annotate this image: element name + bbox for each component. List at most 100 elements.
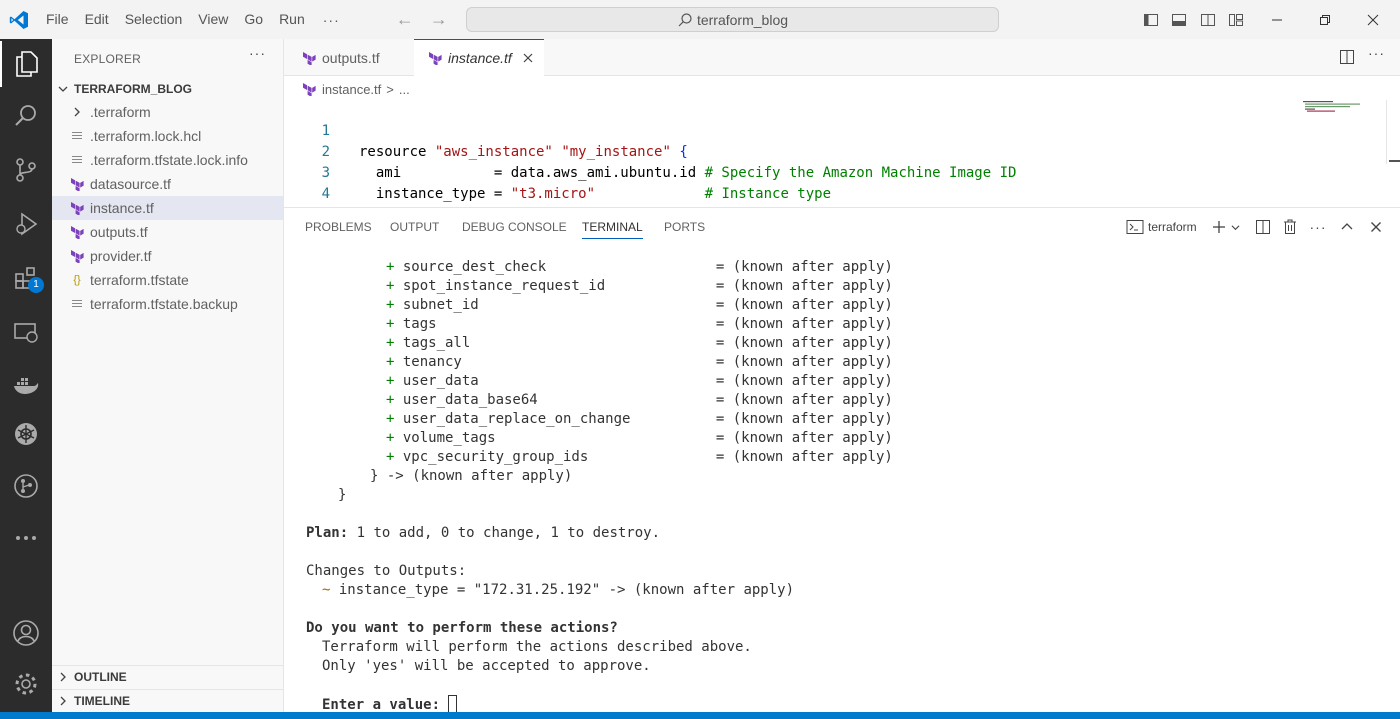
plan-attribute-line: + tags_all = (known after apply) [386, 334, 893, 353]
editor-scrollbar[interactable] [1386, 100, 1400, 164]
plus-icon: + [386, 449, 403, 465]
docker-icon[interactable] [0, 363, 52, 409]
workspace-folder[interactable]: TERRAFORM_BLOG [52, 78, 283, 100]
restore-icon[interactable] [1310, 0, 1340, 39]
file-item[interactable]: provider.tf [52, 244, 283, 268]
toggle-secondary-sidebar-icon[interactable] [1193, 0, 1223, 39]
file-item[interactable]: {} terraform.tfstate [52, 268, 283, 292]
breadcrumb-more[interactable]: ... [399, 82, 410, 97]
back-arrow-icon[interactable]: ← [388, 9, 422, 30]
terminal-output[interactable]: + source_dest_check = (known after apply)… [306, 258, 1386, 713]
attribute-value: = (known after apply) [715, 373, 893, 389]
minimap[interactable] [1303, 100, 1365, 112]
editor-more-actions-icon[interactable]: ··· [1368, 45, 1385, 61]
settings-gear-icon[interactable] [0, 661, 52, 707]
forward-arrow-icon[interactable]: → [422, 9, 456, 30]
output-change-line: ~ instance_type = "172.31.25.192" -> (kn… [322, 582, 795, 598]
file-item[interactable]: .terraform [52, 100, 283, 124]
attribute-name: user_data_base64 [402, 392, 538, 408]
plan-attribute-line: + tenancy = (known after apply) [386, 353, 893, 372]
attribute-value: = (known after apply) [715, 430, 893, 446]
extensions-icon[interactable] [0, 255, 52, 301]
menu-run[interactable]: Run [271, 0, 313, 39]
new-terminal-icon[interactable] [1210, 216, 1228, 238]
explorer-sidebar: EXPLORER ··· TERRAFORM_BLOG .terraform .t… [52, 39, 284, 712]
plan-attribute-line: + user_data_replace_on_change = (known af… [386, 410, 893, 429]
file-item[interactable]: datasource.tf [52, 172, 283, 196]
close-tab-icon[interactable] [522, 52, 534, 64]
tab-outputs-tf[interactable]: outputs.tf [284, 39, 414, 76]
maximize-panel-icon[interactable] [1336, 216, 1358, 238]
confirm-question: Do you want to perform these actions? [306, 620, 618, 636]
tab-terminal[interactable]: TERMINAL [582, 220, 643, 239]
attribute-value: = (known after apply) [715, 392, 893, 408]
plus-icon: + [386, 297, 403, 313]
timeline-section[interactable]: TIMELINE [52, 689, 283, 711]
plus-icon: + [386, 411, 403, 427]
tab-problems[interactable]: PROBLEMS [305, 220, 372, 234]
split-editor-icon[interactable] [1339, 49, 1355, 68]
terraform-icon [428, 51, 442, 65]
menu-more-button[interactable]: ··· [313, 12, 350, 28]
breadcrumb-file[interactable]: instance.tf [322, 82, 381, 97]
close-window-icon[interactable] [1358, 0, 1388, 39]
minimize-icon[interactable] [1262, 0, 1292, 39]
menu-edit[interactable]: Edit [77, 0, 117, 39]
plus-icon: + [386, 259, 403, 275]
tab-output[interactable]: OUTPUT [390, 220, 439, 234]
search-view-icon[interactable] [0, 93, 52, 139]
menu-view[interactable]: View [190, 0, 236, 39]
split-terminal-icon[interactable] [1252, 216, 1274, 238]
tab-label: instance.tf [448, 50, 512, 66]
file-item[interactable]: .terraform.tfstate.lock.info [52, 148, 283, 172]
plus-icon: + [386, 316, 403, 332]
plus-icon: + [386, 354, 403, 370]
chevron-down-icon[interactable] [1228, 216, 1242, 238]
attribute-value: = (known after apply) [715, 316, 893, 332]
terminal-cursor[interactable] [448, 695, 458, 713]
timeline-label: TIMELINE [74, 693, 130, 708]
explorer-files-icon[interactable] [0, 41, 52, 87]
run-debug-icon[interactable] [0, 201, 52, 247]
trash-icon[interactable] [1279, 216, 1301, 238]
plan-text: 1 to add, 0 to change, 1 to destroy. [348, 525, 661, 541]
explorer-title: EXPLORER [74, 52, 141, 66]
outline-label: OUTLINE [74, 669, 127, 684]
search-text: terraform_blog [696, 11, 789, 28]
attribute-name: vpc_security_group_ids [402, 449, 589, 465]
remote-explorer-icon[interactable] [0, 309, 52, 355]
outline-section[interactable]: OUTLINE [52, 665, 283, 687]
menu-selection[interactable]: Selection [117, 0, 191, 39]
panel-more-actions-icon[interactable]: ··· [1307, 216, 1329, 238]
attribute-value: = (known after apply) [715, 259, 893, 275]
command-center-search[interactable]: terraform_blog [466, 7, 999, 32]
code-editor[interactable]: 1 resource "aws_instance" "my_instance" … [284, 100, 1400, 207]
explorer-more-button[interactable]: ··· [249, 45, 266, 61]
vscode-logo-icon [0, 0, 38, 39]
more-views-icon[interactable] [0, 515, 52, 561]
git-graph-icon[interactable] [0, 463, 52, 509]
menu-file[interactable]: File [38, 0, 77, 39]
file-item[interactable]: .terraform.lock.hcl [52, 124, 283, 148]
chevron-down-icon [52, 84, 74, 94]
prompt-label: Enter a value: [322, 697, 441, 713]
tab-debug-console[interactable]: DEBUG CONSOLE [462, 220, 567, 234]
toggle-primary-sidebar-icon[interactable] [1136, 0, 1166, 39]
menu-go[interactable]: Go [236, 0, 271, 39]
file-item[interactable]: outputs.tf [52, 220, 283, 244]
plan-attribute-line: + user_data_base64 = (known after apply) [386, 391, 893, 410]
file-name: provider.tf [90, 248, 152, 264]
plan-attribute-line: + user_data = (known after apply) [386, 372, 893, 391]
file-item[interactable]: terraform.tfstate.backup [52, 292, 283, 316]
lines-icon [68, 298, 86, 310]
close-panel-icon[interactable] [1365, 216, 1387, 238]
kubernetes-icon[interactable] [0, 411, 52, 457]
file-item[interactable]: instance.tf [52, 196, 283, 220]
customize-layout-icon[interactable] [1221, 0, 1251, 39]
toggle-panel-icon[interactable] [1164, 0, 1194, 39]
accounts-icon[interactable] [0, 610, 52, 656]
tab-instance-tf[interactable]: instance.tf [414, 39, 544, 76]
tab-ports[interactable]: PORTS [664, 220, 705, 234]
terminal-selector[interactable]: terraform [1126, 216, 1216, 238]
source-control-icon[interactable] [0, 147, 52, 193]
